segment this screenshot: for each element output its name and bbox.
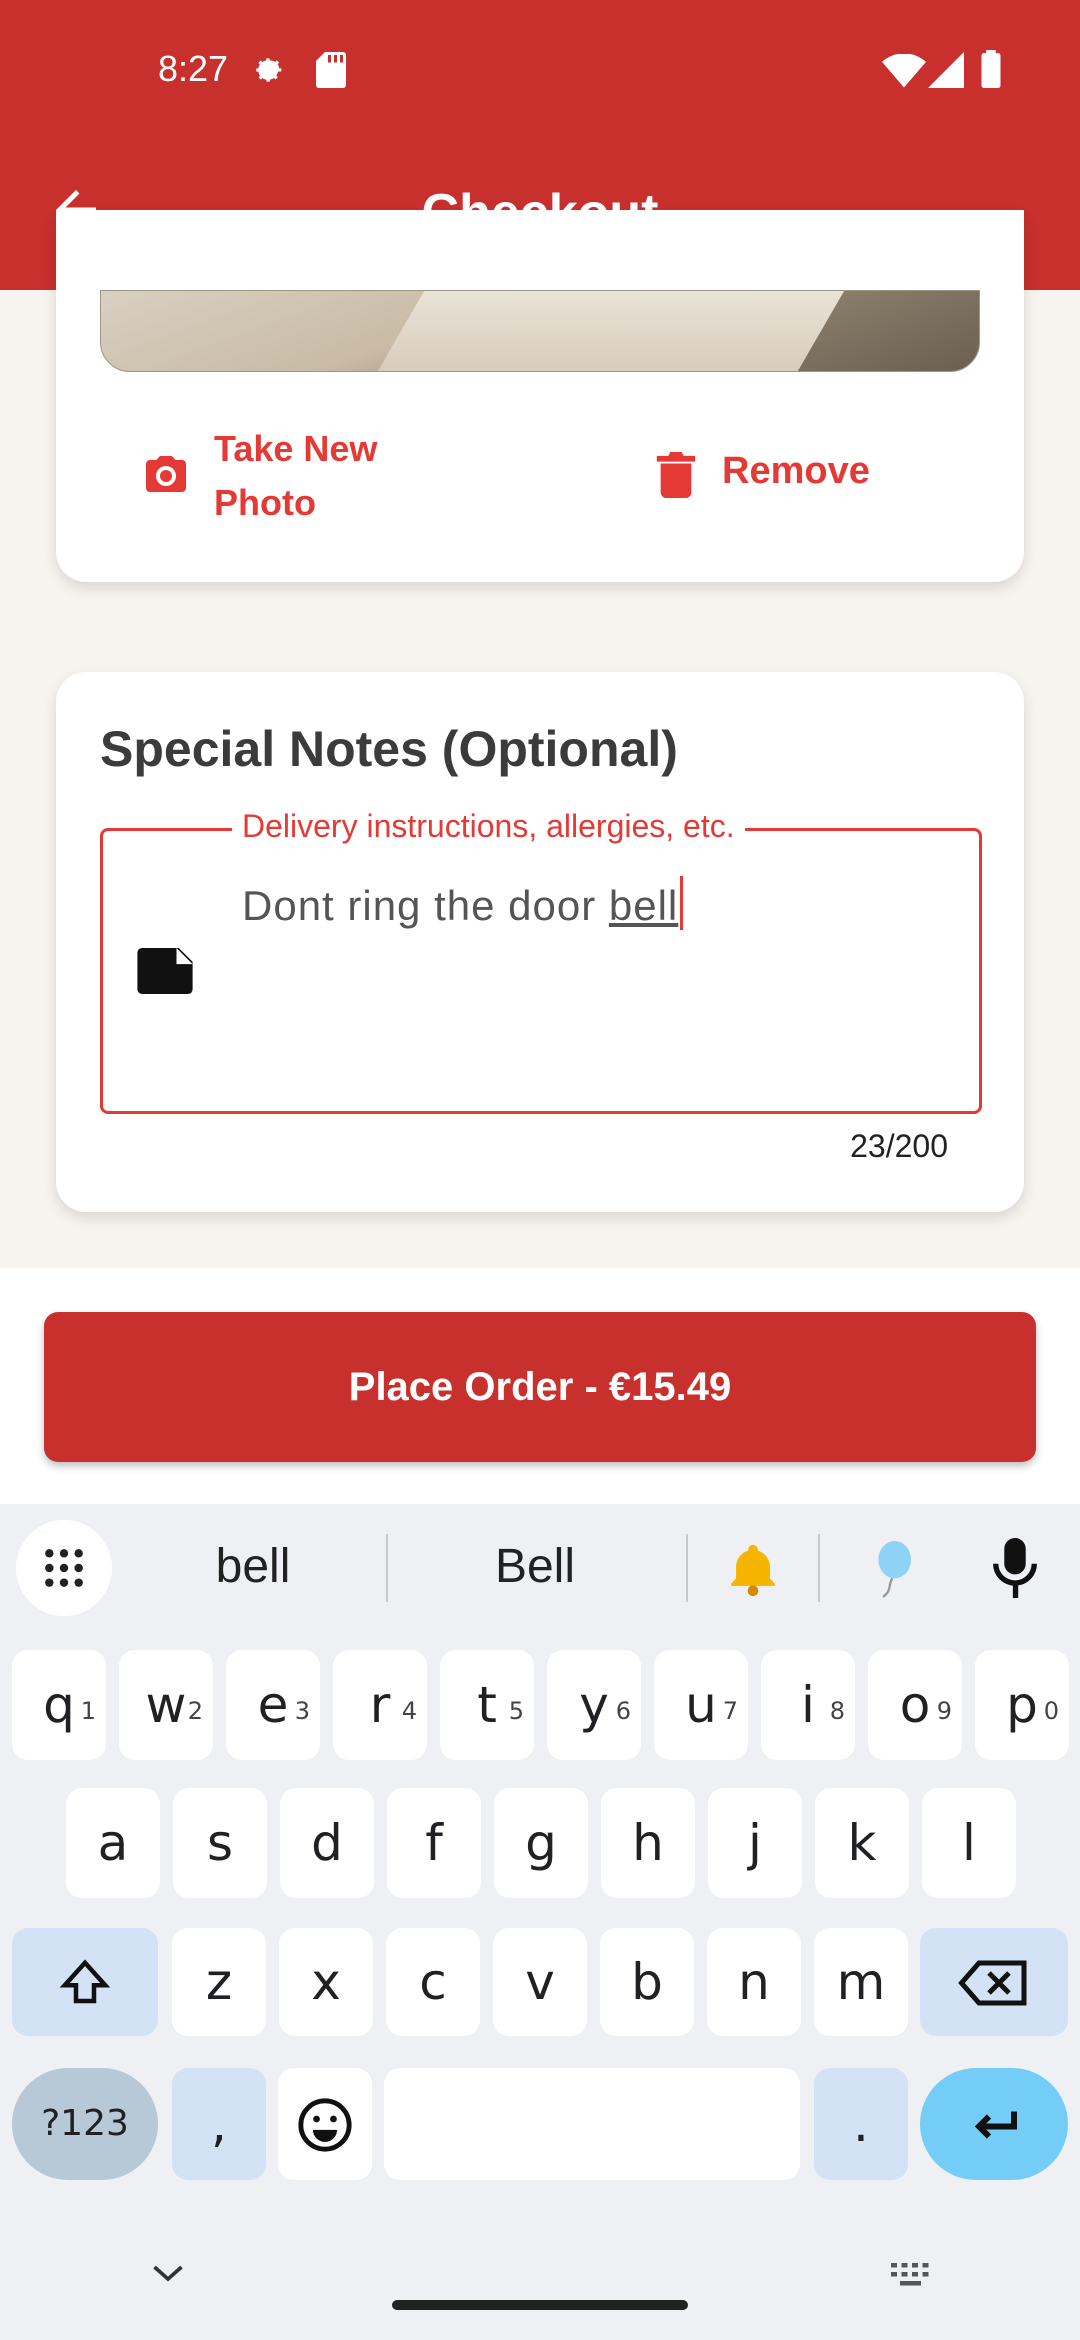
key-t[interactable]: t5 (440, 1650, 534, 1760)
cell-signal-icon (928, 52, 964, 88)
camera-icon (146, 456, 186, 492)
key-n[interactable]: n (707, 1928, 801, 2036)
comma-key[interactable]: , (172, 2068, 266, 2180)
key-a[interactable]: a (66, 1788, 160, 1898)
trash-icon (656, 452, 696, 498)
remove-photo-button[interactable]: Remove (656, 422, 976, 532)
suggestion-divider (686, 1534, 688, 1602)
backspace-key[interactable] (920, 1928, 1068, 2036)
symbols-key[interactable]: ?123 (12, 2068, 158, 2180)
key-h[interactable]: h (601, 1788, 695, 1898)
enter-key[interactable] (920, 2068, 1068, 2180)
key-j[interactable]: j (708, 1788, 802, 1898)
key-s[interactable]: s (173, 1788, 267, 1898)
key-d[interactable]: d (280, 1788, 374, 1898)
key-label: u (685, 1676, 717, 1734)
take-new-photo-label: Take New Photo (214, 428, 378, 523)
key-q[interactable]: q1 (12, 1650, 106, 1760)
soft-keyboard (0, 1504, 1080, 2340)
special-notes-input[interactable] (100, 828, 982, 1114)
key-label: t (477, 1676, 497, 1734)
special-notes-value: Dont ring the door bell (242, 876, 684, 930)
suggestion-divider (818, 1534, 820, 1602)
wifi-icon (882, 54, 926, 88)
key-i[interactable]: i8 (761, 1650, 855, 1760)
period-key[interactable]: . (814, 2068, 908, 2180)
key-f[interactable]: f (387, 1788, 481, 1898)
key-b[interactable]: b (600, 1928, 694, 2036)
suggestion-divider (386, 1534, 388, 1602)
shift-arrow-icon (59, 1959, 111, 2004)
key-label: o (899, 1676, 931, 1734)
key-r[interactable]: r4 (333, 1650, 427, 1760)
key-e[interactable]: e3 (226, 1650, 320, 1760)
character-counter: 23/200 (850, 1128, 948, 1164)
key-label: r (369, 1676, 391, 1734)
keyboard-menu-button[interactable] (16, 1520, 112, 1616)
balloon-sticker-icon[interactable] (862, 1538, 918, 1600)
key-hint-number: 3 (294, 1697, 310, 1725)
delivery-photo (100, 290, 980, 372)
key-hint-number: 9 (936, 1697, 952, 1725)
key-hint-number: 2 (187, 1697, 203, 1725)
settings-gear-icon (256, 58, 282, 82)
photo-actions: Take New Photo Remove (56, 400, 1024, 540)
shift-key[interactable] (12, 1928, 158, 2036)
apps-grid-icon (45, 1549, 83, 1587)
key-k[interactable]: k (815, 1788, 909, 1898)
notes-composing-word: bell (608, 882, 679, 929)
special-notes-label: Delivery instructions, allergies, etc. (232, 808, 745, 845)
home-gesture-bar[interactable] (392, 2300, 688, 2310)
place-order-button[interactable]: Place Order - €15.49 (44, 1312, 1036, 1462)
key-label: w (145, 1676, 187, 1734)
key-label: p (1006, 1676, 1038, 1734)
key-c[interactable]: c (386, 1928, 480, 2036)
key-x[interactable]: x (279, 1928, 373, 2036)
note-icon (137, 948, 193, 994)
key-w[interactable]: w2 (119, 1650, 213, 1760)
enter-arrow-icon (974, 2111, 1017, 2139)
sd-card-icon (316, 52, 346, 88)
microphone-icon[interactable] (992, 1538, 1038, 1598)
key-v[interactable]: v (493, 1928, 587, 2036)
key-hint-number: 8 (829, 1697, 845, 1725)
key-z[interactable]: z (172, 1928, 266, 2036)
key-label: y (579, 1676, 609, 1734)
hide-keyboard-chevron-icon[interactable] (150, 2258, 186, 2288)
key-hint-number: 7 (722, 1697, 738, 1725)
key-label: q (43, 1676, 75, 1734)
key-hint-number: 4 (401, 1697, 417, 1725)
key-hint-number: 1 (80, 1697, 96, 1725)
key-m[interactable]: m (814, 1928, 908, 2036)
key-g[interactable]: g (494, 1788, 588, 1898)
key-l[interactable]: l (922, 1788, 1016, 1898)
suggestion-2[interactable]: Bell (400, 1532, 670, 1602)
backspace-icon (958, 1960, 1027, 2006)
status-time: 8:27 (158, 48, 229, 89)
smiley-icon (298, 2098, 352, 2152)
battery-icon (981, 50, 1001, 88)
text-cursor (680, 876, 684, 930)
space-key[interactable] (384, 2068, 800, 2180)
status-bar: 8:27 (0, 0, 1080, 140)
key-label: i (801, 1676, 815, 1734)
key-hint-number: 6 (615, 1697, 631, 1725)
key-label: e (257, 1676, 289, 1734)
key-p[interactable]: p0 (975, 1650, 1069, 1760)
notes-value-prefix: Dont ring the door (242, 882, 609, 929)
keyboard-switch-icon[interactable] (888, 2260, 936, 2290)
remove-label: Remove (722, 450, 870, 492)
key-hint-number: 5 (508, 1697, 524, 1725)
bell-emoji-suggestion-icon[interactable] (724, 1540, 782, 1598)
key-u[interactable]: u7 (654, 1650, 748, 1760)
key-o[interactable]: o9 (868, 1650, 962, 1760)
special-notes-title: Special Notes (Optional) (100, 721, 678, 777)
take-new-photo-button[interactable]: Take New Photo (142, 422, 502, 532)
emoji-key[interactable] (278, 2068, 372, 2180)
suggestion-1[interactable]: bell (150, 1532, 356, 1602)
key-hint-number: 0 (1043, 1697, 1059, 1725)
key-y[interactable]: y6 (547, 1650, 641, 1760)
